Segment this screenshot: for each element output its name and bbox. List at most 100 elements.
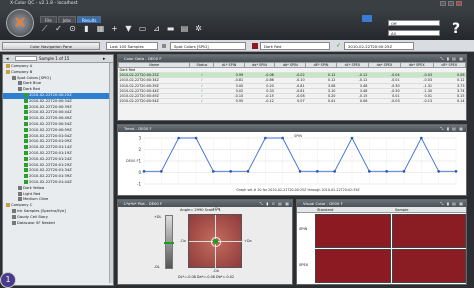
check-icon[interactable]: ✓: [54, 24, 63, 33]
tree-item[interactable]: Datacolor SF Nested: [3, 220, 113, 227]
tree-item-label: Spot Colors [SPIG]: [17, 75, 51, 80]
folder-icon: [18, 87, 22, 92]
sample-icon: [24, 168, 28, 173]
table-cell: 0.06: [336, 98, 369, 105]
color-data-panel: Color Data - DE00 F ⤡ ▮ ▤ ▦ Name Status dL*…: [117, 54, 467, 121]
title-bar: X-Color QC - v2.1.8 - localhost: [0, 0, 474, 7]
table-row[interactable]: 2010-02-22T20:00:54Z ✓ 0.95 -0.12 0.07 0.41 0.…: [118, 98, 466, 105]
folder-icon: [18, 81, 22, 86]
tree-item-label: Gaudy Cell Story: [17, 214, 48, 219]
lab-plot-title: L*a*b* Plot - DE00 F: [124, 201, 163, 206]
trend-chart: 3 2 1 0 -1 DE00 F SPIN Graph set # 20 for 2010-…: [118, 132, 466, 195]
table-cell: -0.13: [400, 98, 434, 105]
plus-db-label: +Db: [212, 207, 220, 211]
screen-icon[interactable]: ▭: [138, 24, 147, 33]
sample-date-field[interactable]: 2010-02-22T20:00:25Z: [344, 42, 414, 50]
data-point: [368, 170, 371, 173]
target-icon[interactable]: ⊙: [68, 24, 77, 33]
tree-item-label: 2010-02-22T20:00:25Z: [29, 92, 72, 97]
first-page-button[interactable]: ◂: [6, 56, 9, 62]
folder-icon: [6, 64, 10, 68]
data-point: [142, 170, 146, 173]
tree-item-label: Dark Yellow: [23, 185, 45, 190]
folder-icon: [18, 191, 22, 196]
sample-icon: [24, 145, 28, 150]
tree-item-label: 2010-02-22T20:00:39Z: [29, 104, 72, 109]
row-name: 2010-02-22T20:00:54Z: [118, 98, 190, 105]
tree-item-label: 2010-02-22T20:00:59Z: [29, 127, 72, 132]
tree-item-label: Light Red: [23, 191, 41, 196]
sample-icon: [24, 92, 28, 97]
grid-icon[interactable]: ▦: [96, 24, 105, 33]
next-page-button[interactable]: ▸: [103, 56, 106, 62]
sample-column-header: Sample: [395, 208, 409, 212]
sample-icon: [24, 139, 28, 144]
table-cell: 0.41: [305, 98, 337, 105]
panel-tools[interactable]: ⤡ ▮ ▤ ▦: [440, 200, 464, 207]
color-data-title: Color Data - DE00 F: [124, 56, 162, 61]
tab-results[interactable]: Results: [76, 16, 102, 23]
sample-icon: [24, 121, 28, 126]
y-tick-label: 3: [138, 136, 141, 141]
print-icon[interactable]: ▤: [180, 24, 189, 33]
flag-icon: [362, 15, 372, 22]
trend-panel: Trend - DE00 F ⤡ ▮ ▤ ▦ 3 2 1 0 -1 DE00 F SPIN Gr…: [117, 124, 467, 196]
database-icon[interactable]: ▮: [82, 24, 91, 33]
chart-icon[interactable]: ⊿: [152, 24, 161, 33]
tree-scrollbar[interactable]: [109, 63, 113, 283]
y-tick-label: 0: [138, 170, 141, 175]
page-input[interactable]: [15, 56, 37, 61]
trend-caption: Graph set # 20 for 2010-02-22T20:00:25Z …: [236, 188, 360, 192]
panel-tools[interactable]: ⤡ ▮ ▤ ▦: [440, 55, 464, 62]
sample-icon: [24, 179, 28, 184]
window-title: X-Color QC - v2.1.8 - localhost: [10, 1, 78, 6]
tree-item-label: 2010-02-22T20:00:54Z: [29, 121, 72, 126]
minus-dl-label: -DL: [154, 265, 160, 269]
help-button[interactable]: ?: [452, 21, 460, 37]
folder-icon: [12, 214, 16, 219]
tree-item-label: 2010-02-22T20:01:04Z: [29, 133, 72, 138]
folder-icon: [12, 75, 16, 80]
ruler-icon[interactable]: ▬: [166, 24, 175, 33]
color-navigation-pane-button[interactable]: Color Navigation Pane: [2, 42, 100, 50]
sample-field[interactable]: Dark Red: [260, 42, 330, 50]
sample-icon: [24, 127, 28, 132]
plus-icon[interactable]: +: [110, 24, 119, 33]
tree-item-label: 2010-02-22T20:01:39Z: [29, 174, 72, 179]
tree-item-label: 2010-02-22T20:01:09Z: [29, 139, 72, 144]
tree-item-label: 2010-02-22T20:01:14Z: [29, 145, 72, 150]
panel-tools[interactable]: ⤡ ▮ ▤ ▦: [440, 125, 464, 132]
app-logo-button[interactable]: ✕: [6, 9, 34, 37]
gear-icon[interactable]: ✲: [194, 24, 203, 33]
tab-jobs[interactable]: Jobs: [57, 16, 76, 23]
tree-item-label: 2010-02-22T20:00:49Z: [29, 116, 72, 121]
panel-tools[interactable]: ⤡ ▮ ⊙ ▤ ▦: [260, 200, 290, 207]
filter-combo-2[interactable]: All: [388, 30, 440, 36]
tab-file[interactable]: File: [40, 16, 57, 23]
wand-icon[interactable]: ⟋: [40, 24, 49, 33]
data-point: [437, 170, 440, 173]
lab-target: [188, 214, 243, 269]
status-check-icon: ✓: [189, 98, 214, 105]
sample-icon: [24, 104, 28, 109]
sample-icon: [24, 116, 28, 121]
data-point: [420, 136, 423, 140]
samples-filter[interactable]: Last 100 Samples: [106, 42, 158, 50]
minimize-button[interactable]: [440, 1, 446, 6]
visual-color-header: Visual Color - DE00 F ⤡ ▮ ▤ ▦: [297, 200, 466, 207]
close-button[interactable]: [456, 1, 462, 6]
data-point: [333, 170, 336, 173]
tree-item-label: 2010-02-22T20:00:34Z: [29, 98, 72, 103]
maximize-button[interactable]: [448, 1, 454, 6]
lab-plot-area: Angle= 2990 Scale= 1 +Db -Db +Da -Da +DL…: [118, 207, 292, 284]
folder-icon: [6, 69, 10, 74]
minus-da-label: -Da: [180, 239, 186, 243]
lab-readout: DL*=-0.08 Da*=-0.08 Db*=-0.02: [178, 275, 235, 279]
pager-label: Sample 1 of 15: [39, 56, 70, 61]
standard-field[interactable]: Spot Colors [SPIG]: [170, 42, 246, 50]
sample-icon: [24, 150, 28, 155]
tree-item-label: Medium Olive: [23, 197, 49, 202]
filter-combo-1[interactable]: Off: [388, 20, 440, 26]
tree-item-label: Ink Samples [Spectro/Eye]: [17, 208, 66, 213]
funnel-icon[interactable]: ▼: [124, 24, 133, 33]
